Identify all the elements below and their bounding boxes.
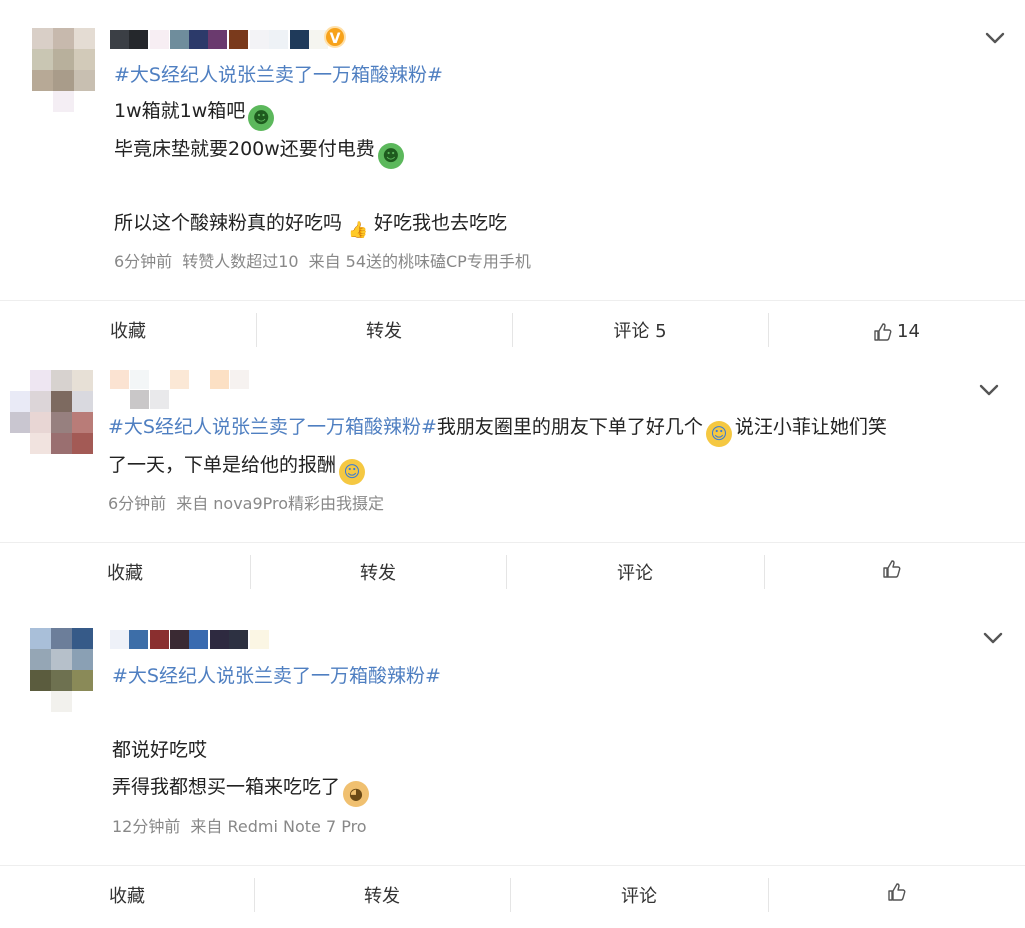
comment-button[interactable]: 评论 5 bbox=[512, 301, 768, 363]
topic-hashtag-link[interactable]: #大S经纪人说张兰卖了一万箱酸辣粉# bbox=[112, 657, 441, 695]
post-card: #大S经纪人说张兰卖了一万箱酸辣粉#我朋友圈里的朋友下单了好几个 ☺ 说汪小菲让她们… bbox=[0, 362, 1025, 604]
topic-hashtag-link[interactable]: #大S经纪人说张兰卖了一万箱酸辣粉# bbox=[108, 416, 437, 438]
chevron-down-icon[interactable] bbox=[978, 626, 1008, 650]
like-button[interactable]: 14 bbox=[768, 301, 1025, 363]
thumbs-up-icon bbox=[887, 883, 905, 901]
post-repost-info: 转赞人数超过10 bbox=[182, 252, 299, 271]
frog-emoji-icon: ☻ bbox=[248, 105, 275, 131]
post-card: #大S经纪人说张兰卖了一万箱酸辣粉# 都说好吃哎 弄得我都想买一箱来吃吃了 ◕ 1… bbox=[0, 606, 1025, 922]
post-meta: 6分钟前 来自 nova9Pro精彩由我摄定 bbox=[108, 490, 384, 514]
action-bar: 收藏 转发 评论 bbox=[0, 865, 1025, 928]
post-time[interactable]: 6分钟前 bbox=[108, 494, 166, 513]
repost-button[interactable]: 转发 bbox=[254, 866, 510, 928]
like-count: 14 bbox=[897, 321, 920, 342]
repost-button[interactable]: 转发 bbox=[256, 301, 512, 363]
thumbs-emoji-icon: 👍 bbox=[348, 220, 368, 239]
username[interactable] bbox=[110, 370, 350, 410]
post-text-line: 1w箱就1w箱吧 ☻ bbox=[114, 92, 277, 131]
post-text-line: 都说好吃哎 bbox=[112, 739, 208, 761]
action-bar: 收藏 转发 评论 bbox=[0, 542, 1025, 605]
avatar[interactable] bbox=[10, 370, 96, 454]
post-text-line: 所以这个酸辣粉真的好吃吗 👍 好吃我也去吃吃 bbox=[114, 204, 507, 243]
frog-emoji-icon: ☻ bbox=[377, 143, 404, 169]
post-text-line: 了一天，下单是给他的报酬 ☺ bbox=[108, 446, 368, 485]
like-button[interactable] bbox=[764, 543, 1019, 605]
action-bar: 收藏 转发 评论 5 14 bbox=[0, 300, 1025, 363]
post-card: V #大S经纪人说张兰卖了一万箱酸辣粉# 1w箱就1w箱吧 ☻ 毕竟床垫就要200… bbox=[0, 0, 1025, 360]
verified-badge-icon: V bbox=[324, 26, 346, 48]
avatar[interactable] bbox=[28, 28, 100, 112]
post-time[interactable]: 6分钟前 bbox=[114, 252, 172, 271]
laugh-cry-emoji-icon: ☺ bbox=[339, 459, 366, 485]
post-meta: 6分钟前 转赞人数超过10 来自 54送的桃味磕CP专用手机 bbox=[114, 248, 531, 272]
laugh-cry-emoji-icon: ☺ bbox=[705, 421, 732, 447]
doge-emoji-icon: ◕ bbox=[343, 781, 370, 807]
comment-button[interactable]: 评论 bbox=[506, 543, 764, 605]
post-text-line: 毕竟床垫就要200w还要付电费 ☻ bbox=[114, 130, 407, 169]
comment-button[interactable]: 评论 bbox=[510, 866, 768, 928]
post-time[interactable]: 12分钟前 bbox=[112, 817, 180, 836]
thumbs-up-icon bbox=[874, 323, 892, 341]
avatar[interactable] bbox=[8, 628, 98, 712]
favorite-button[interactable]: 收藏 bbox=[0, 301, 256, 363]
post-source: 来自 54送的桃味磕CP专用手机 bbox=[308, 252, 531, 271]
favorite-button[interactable]: 收藏 bbox=[0, 543, 250, 605]
chevron-down-icon[interactable] bbox=[974, 378, 1004, 402]
favorite-button[interactable]: 收藏 bbox=[0, 866, 254, 928]
username[interactable] bbox=[110, 30, 350, 50]
post-text-line: 弄得我都想买一箱来吃吃了 ◕ bbox=[112, 768, 372, 807]
thumbs-up-icon bbox=[882, 560, 900, 578]
post-source: 来自 nova9Pro精彩由我摄定 bbox=[176, 494, 385, 513]
post-source: 来自 Redmi Note 7 Pro bbox=[190, 817, 367, 836]
post-text-line: #大S经纪人说张兰卖了一万箱酸辣粉#我朋友圈里的朋友下单了好几个 ☺ 说汪小菲让她们… bbox=[108, 408, 887, 447]
post-meta: 12分钟前 来自 Redmi Note 7 Pro bbox=[112, 813, 367, 837]
topic-hashtag-link[interactable]: #大S经纪人说张兰卖了一万箱酸辣粉# bbox=[114, 56, 443, 94]
username[interactable] bbox=[110, 630, 350, 650]
chevron-down-icon[interactable] bbox=[980, 26, 1010, 50]
repost-button[interactable]: 转发 bbox=[250, 543, 506, 605]
like-button[interactable] bbox=[768, 866, 1025, 928]
